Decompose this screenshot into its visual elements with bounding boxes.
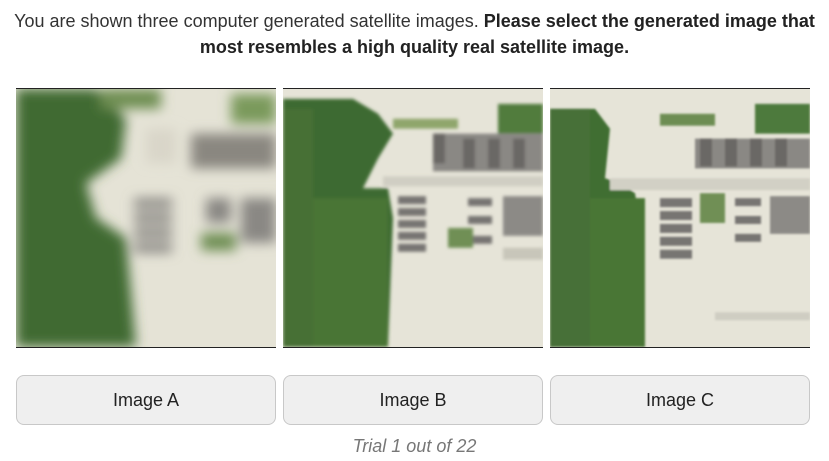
- instructions-text: You are shown three computer generated s…: [0, 8, 829, 60]
- image-row: [16, 88, 810, 348]
- satellite-image-a: [16, 88, 276, 348]
- satellite-image-b: [283, 88, 543, 348]
- trial-counter: Trial 1 out of 22: [352, 436, 477, 456]
- instructions-plain: You are shown three computer generated s…: [14, 11, 484, 31]
- image-a-button[interactable]: Image A: [16, 375, 276, 425]
- satellite-image-c: [550, 88, 810, 348]
- image-c-button[interactable]: Image C: [550, 375, 810, 425]
- image-b-button[interactable]: Image B: [283, 375, 543, 425]
